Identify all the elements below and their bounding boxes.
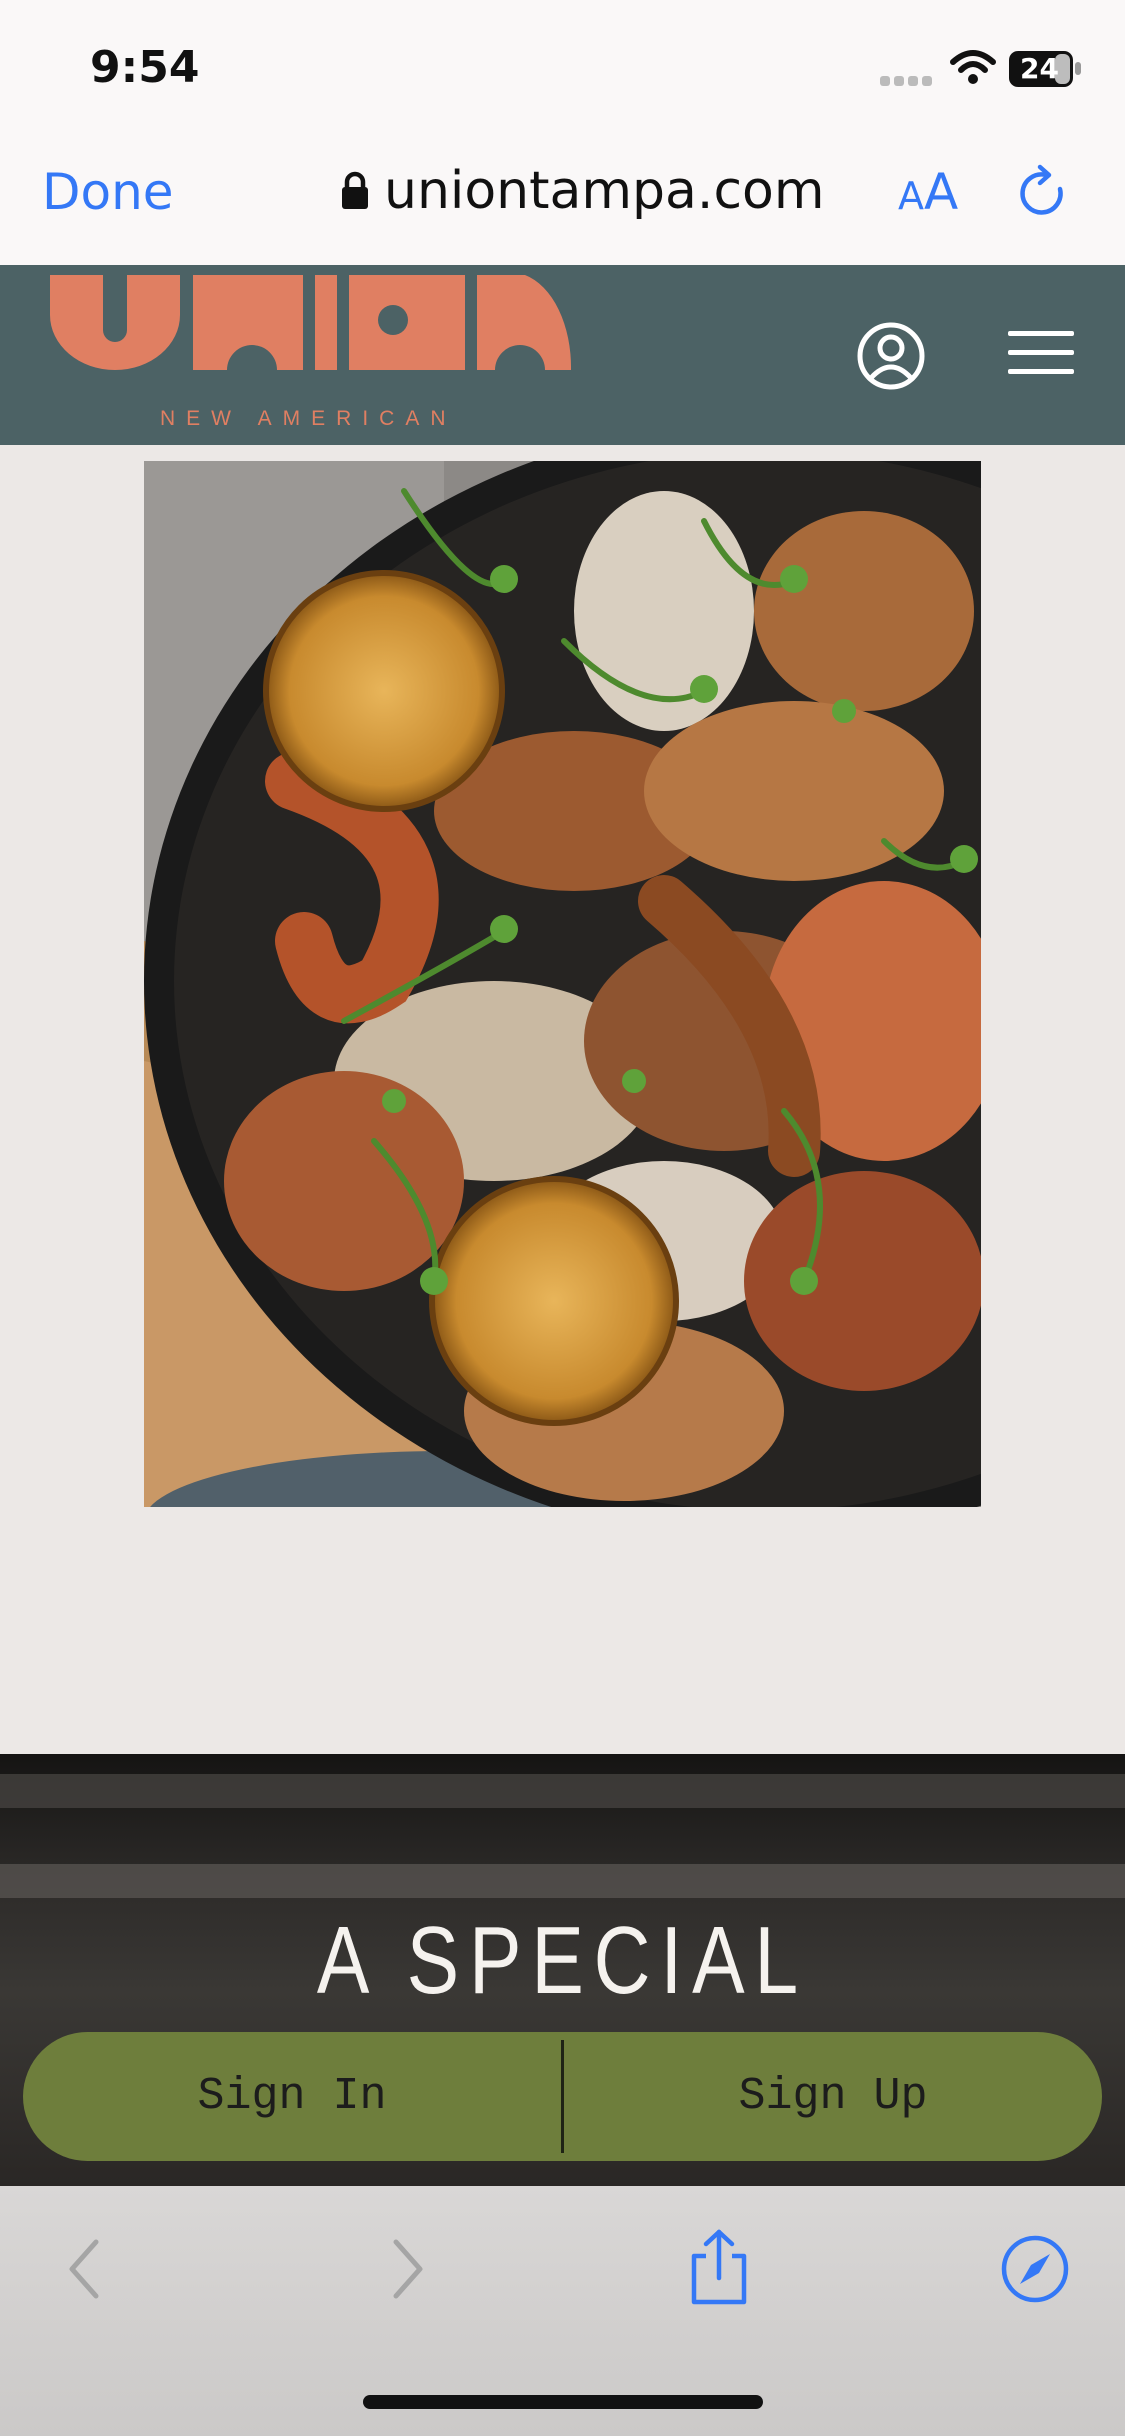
browser-top-bar: Done uniontampa.com AA [0, 135, 1125, 265]
share-icon[interactable] [688, 2228, 750, 2308]
url-text: uniontampa.com [384, 161, 825, 221]
signal-icon [880, 76, 932, 86]
sign-in-button[interactable]: Sign In [23, 2032, 561, 2161]
auth-bar: Sign In Sign Up [23, 2032, 1102, 2161]
text-size-button[interactable]: AA [898, 163, 958, 221]
sign-up-button[interactable]: Sign Up [564, 2032, 1102, 2161]
address-bar[interactable]: uniontampa.com [340, 161, 825, 221]
hero-background-beam [0, 1864, 1125, 1898]
hero-background-beam [0, 1774, 1125, 1808]
battery-icon: 24 [1008, 50, 1081, 87]
account-icon[interactable] [856, 321, 926, 391]
hamburger-menu-icon[interactable] [1008, 329, 1076, 379]
text-size-small-label: A [898, 174, 924, 218]
site-tagline: NEW AMERICAN [160, 407, 457, 430]
wifi-icon [950, 50, 996, 84]
done-button[interactable]: Done [42, 163, 174, 221]
compass-icon[interactable] [1000, 2234, 1070, 2304]
reload-icon[interactable] [1016, 163, 1072, 223]
union-logo[interactable] [45, 275, 575, 395]
back-icon[interactable] [64, 2236, 104, 2302]
seafood-platter-image [144, 461, 981, 1507]
text-size-large-label: A [924, 163, 959, 221]
forward-icon[interactable] [388, 2236, 428, 2302]
home-indicator [363, 2395, 763, 2409]
site-header: NEW AMERICAN [0, 265, 1125, 445]
battery-level: 24 [1020, 52, 1059, 85]
lock-icon [342, 171, 368, 209]
status-bar: 9:54 24 [0, 0, 1125, 135]
status-time: 9:54 [90, 42, 200, 93]
